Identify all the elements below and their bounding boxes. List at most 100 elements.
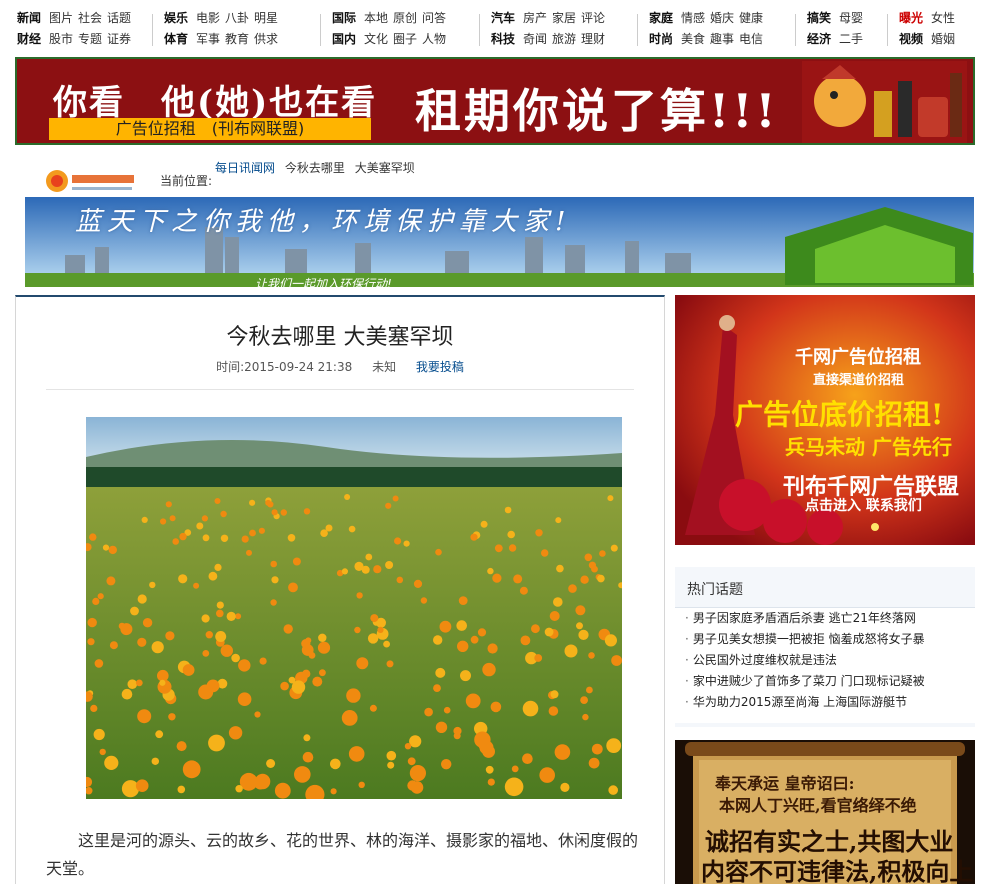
site-logo[interactable] <box>44 168 142 194</box>
nav-category-link[interactable]: 家庭 <box>649 8 673 29</box>
nav-row: 国际 本地 原创 问答 <box>332 8 451 29</box>
nav-link[interactable]: 明星 <box>254 8 278 29</box>
side-ad-scroll[interactable]: 奉天承运 皇帝诏曰: 本网人丁兴旺,看官络绎不绝 诚招有实之士,共图大业 内容不… <box>675 740 975 884</box>
nav-link[interactable]: 八卦 <box>225 8 249 29</box>
side-ad-line1: 千网广告位招租 <box>795 347 921 368</box>
nav-row: 经济 二手 <box>807 29 868 50</box>
article-author: 未知 <box>372 360 397 374</box>
nav-category-link[interactable]: 财经 <box>17 29 41 50</box>
hot-topic-text: 男子因家庭矛盾酒后杀妻 逃亡21年终落网 <box>692 611 916 625</box>
side-ad-line6: 点击进入 联系我们 <box>805 498 922 514</box>
nav-link[interactable]: 家居 <box>552 8 576 29</box>
nav-category-link[interactable]: 搞笑 <box>807 8 831 29</box>
breadcrumb-label: 当前位置: <box>160 174 213 188</box>
nav-row: 体育 军事 教育 供求 <box>164 29 283 50</box>
breadcrumb-category[interactable]: 今秋去哪里 <box>285 161 345 175</box>
breadcrumb-home[interactable]: 每日讯闻网 <box>215 161 275 175</box>
nav-link[interactable]: 军事 <box>196 29 220 50</box>
nav-link[interactable]: 本地 <box>364 8 388 29</box>
nav-category-link[interactable]: 体育 <box>164 29 188 50</box>
hot-topics-list: · 男子因家庭矛盾酒后杀妻 逃亡21年终落网 · 男子见美女想摸一把被拒 恼羞成怒将… <box>675 607 975 723</box>
nav-link[interactable]: 问答 <box>422 8 446 29</box>
hot-topics-panel: 热门话题 · 男子因家庭矛盾酒后杀妻 逃亡21年终落网 · 男子见美女想摸一把被拒 … <box>675 567 975 727</box>
nav-link[interactable]: 女性 <box>931 8 955 29</box>
hot-topic-item[interactable]: · 家中进贼少了首饰多了菜刀 门口现标记疑被 <box>675 671 975 692</box>
hot-topic-text: 家中进贼少了首饰多了菜刀 门口现标记疑被 <box>692 674 925 688</box>
ad-banner[interactable]: 你看 他(她)也在看 租期你说了算!!! 广告位招租 (刊布网联盟) <box>15 57 975 145</box>
nav-category-link[interactable]: 国际 <box>332 8 356 29</box>
nav-link[interactable]: 评论 <box>581 8 605 29</box>
nav-category-link[interactable]: 曝光 <box>899 8 923 29</box>
nav-link[interactable]: 奇闻 <box>523 29 547 50</box>
nav-group: 娱乐 电影 八卦 明星 体育 军事 教育 供求 <box>164 8 283 50</box>
nav-category-link[interactable]: 国内 <box>332 29 356 50</box>
nav-link[interactable]: 话题 <box>107 8 131 29</box>
nav-link[interactable]: 电影 <box>196 8 220 29</box>
nav-link[interactable]: 人物 <box>422 29 446 50</box>
environment-banner[interactable]: 蓝天下之你我他，环境保护靠大家! 让我们一起加入环保行动! <box>25 197 974 287</box>
nav-link[interactable]: 证券 <box>107 29 131 50</box>
nav-link[interactable]: 理财 <box>581 29 605 50</box>
nav-link[interactable]: 趣事 <box>710 29 734 50</box>
nav-link[interactable]: 股市 <box>49 29 73 50</box>
nav-link[interactable]: 教育 <box>225 29 249 50</box>
nav-row: 科技 奇闻 旅游 理财 <box>491 29 610 50</box>
nav-category-link[interactable]: 科技 <box>491 29 515 50</box>
article-time: 时间:2015-09-24 21:38 <box>216 360 353 374</box>
top-navigation: 新闻 图片 社会 话题 财经 股市 专题 证券 娱乐 电影 八卦 明星 体育 军事 教育 供求 国际 本地 原创 问答… <box>17 8 987 50</box>
nav-link[interactable]: 图片 <box>49 8 73 29</box>
nav-link[interactable]: 圈子 <box>393 29 417 50</box>
breadcrumb-current[interactable]: 大美塞罕坝 <box>355 161 415 175</box>
article-card: 今秋去哪里 大美塞罕坝 时间:2015-09-24 21:38 未知 我要投稿 … <box>15 295 665 884</box>
hot-topic-item[interactable]: · 男子因家庭矛盾酒后杀妻 逃亡21年终落网 <box>675 608 975 629</box>
nav-row: 家庭 情感 婚庆 健康 <box>649 8 768 29</box>
nav-link[interactable]: 二手 <box>839 29 863 50</box>
nav-row: 视频 婚姻 <box>899 29 960 50</box>
bullet-icon: · <box>685 611 689 625</box>
article-title: 今秋去哪里 大美塞罕坝 <box>226 325 454 350</box>
hot-topic-text: 男子见美女想摸一把被拒 恼羞成怒将女子暴 <box>692 632 925 646</box>
nav-separator <box>795 14 796 46</box>
submit-article-link[interactable]: 我要投稿 <box>416 360 464 374</box>
environment-subslogan: 让我们一起加入环保行动! <box>255 277 392 287</box>
nav-link[interactable]: 原创 <box>393 8 417 29</box>
nav-group: 新闻 图片 社会 话题 财经 股市 专题 证券 <box>17 8 136 50</box>
breadcrumb: 每日讯闻网 今秋去哪里 大美塞罕坝 <box>215 159 421 176</box>
bullet-icon: · <box>685 674 689 688</box>
hot-topic-item[interactable]: · 男子见美女想摸一把被拒 恼羞成怒将女子暴 <box>675 629 975 650</box>
nav-link[interactable]: 房产 <box>523 8 547 29</box>
nav-category-link[interactable]: 时尚 <box>649 29 673 50</box>
hot-topic-item[interactable]: · 公民国外过度维权就是违法 <box>675 650 975 671</box>
nav-separator <box>887 14 888 46</box>
nav-link[interactable]: 供求 <box>254 29 278 50</box>
hot-topic-text: 华为助力2015源至尚海 上海国际游艇节 <box>692 695 908 709</box>
hot-topics-title: 热门话题 <box>687 582 743 598</box>
nav-link[interactable]: 婚姻 <box>931 29 955 50</box>
nav-link[interactable]: 旅游 <box>552 29 576 50</box>
hot-topic-item[interactable]: · 华为助力2015源至尚海 上海国际游艇节 <box>675 692 975 713</box>
nav-link[interactable]: 母婴 <box>839 8 863 29</box>
article-meta: 时间:2015-09-24 21:38 未知 我要投稿 <box>16 358 664 375</box>
nav-separator <box>479 14 480 46</box>
nav-category-link[interactable]: 汽车 <box>491 8 515 29</box>
nav-category-link[interactable]: 视频 <box>899 29 923 50</box>
nav-link[interactable]: 情感 <box>681 8 705 29</box>
nav-category-link[interactable]: 新闻 <box>17 8 41 29</box>
nav-row: 时尚 美食 趣事 电信 <box>649 29 768 50</box>
nav-category-link[interactable]: 经济 <box>807 29 831 50</box>
nav-link[interactable]: 社会 <box>78 8 102 29</box>
nav-row: 财经 股市 专题 证券 <box>17 29 136 50</box>
side-ad-line2: 直接渠道价招租 <box>813 373 905 388</box>
nav-link[interactable]: 美食 <box>681 29 705 50</box>
nav-link[interactable]: 婚庆 <box>710 8 734 29</box>
nav-link[interactable]: 文化 <box>364 29 388 50</box>
bullet-icon: · <box>685 695 689 709</box>
side-ad-recruit[interactable]: 千网广告位招租 直接渠道价招租 广告位底价招租! 兵马未动 广告先行 刊布千网广… <box>675 295 975 545</box>
environment-slogan: 蓝天下之你我他，环境保护靠大家! <box>75 207 572 237</box>
nav-link[interactable]: 健康 <box>739 8 763 29</box>
nav-link[interactable]: 电信 <box>739 29 763 50</box>
mascot-horse-icon <box>802 61 967 143</box>
nav-group: 家庭 情感 婚庆 健康 时尚 美食 趣事 电信 <box>649 8 768 50</box>
nav-link[interactable]: 专题 <box>78 29 102 50</box>
nav-category-link[interactable]: 娱乐 <box>164 8 188 29</box>
